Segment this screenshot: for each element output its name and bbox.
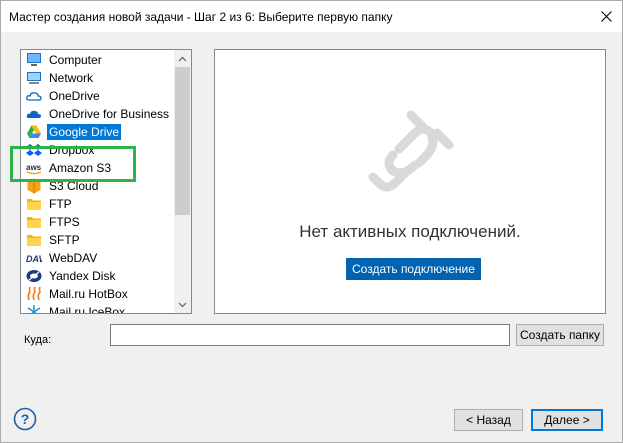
source-item-onedrive[interactable]: OneDrive xyxy=(21,87,175,105)
destination-label: Куда: xyxy=(24,334,52,346)
window-title: Мастер создания новой задачи - Шаг 2 из … xyxy=(9,10,393,24)
source-list-items: Computer Network OneDrive OneDrive for B… xyxy=(21,50,175,313)
help-button[interactable]: ? xyxy=(13,407,37,431)
help-icon: ? xyxy=(13,407,37,431)
scroll-down-button[interactable] xyxy=(174,296,191,313)
connections-panel: Нет активных подключений. Создать подклю… xyxy=(214,49,606,314)
source-item-label: FTPS xyxy=(49,215,80,229)
network-icon xyxy=(25,70,42,86)
svg-text:aws: aws xyxy=(26,163,42,172)
source-item-webdav[interactable]: DAV WebDAV xyxy=(21,249,175,267)
source-item-label: Mail.ru HotBox xyxy=(49,287,128,301)
svg-text:?: ? xyxy=(21,411,30,427)
no-connections-text: Нет активных подключений. xyxy=(299,222,521,241)
source-item-label: Computer xyxy=(49,53,102,67)
dropbox-icon xyxy=(25,142,42,158)
back-button[interactable]: < Назад xyxy=(454,409,523,431)
yandex-disk-icon xyxy=(25,268,42,284)
source-item-s3-cloud[interactable]: S3 Cloud xyxy=(21,177,175,195)
source-item-mailru-icebox[interactable]: Mail.ru IceBox xyxy=(21,303,175,313)
mailru-icebox-icon xyxy=(25,304,42,313)
title-bar: Мастер создания новой задачи - Шаг 2 из … xyxy=(1,1,622,32)
close-button[interactable] xyxy=(590,1,622,32)
svg-text:DAV: DAV xyxy=(26,254,42,264)
source-item-sftp[interactable]: SFTP xyxy=(21,231,175,249)
source-item-google-drive[interactable]: Google Drive xyxy=(21,123,175,141)
source-list: Computer Network OneDrive OneDrive for B… xyxy=(20,49,192,314)
mailru-hotbox-icon xyxy=(25,286,42,302)
chevron-down-icon xyxy=(178,302,187,307)
destination-input[interactable] xyxy=(110,324,510,346)
source-item-amazon-s3[interactable]: aws Amazon S3 xyxy=(21,159,175,177)
source-item-label: Dropbox xyxy=(49,143,95,157)
source-item-label: Mail.ru IceBox xyxy=(49,305,126,313)
source-item-label: S3 Cloud xyxy=(49,179,99,193)
scroll-up-button[interactable] xyxy=(174,50,191,67)
google-drive-icon xyxy=(25,124,42,140)
scroll-thumb[interactable] xyxy=(175,67,190,215)
ftp-folder-icon xyxy=(25,196,42,212)
source-list-scrollbar[interactable] xyxy=(174,50,191,313)
source-item-label: OneDrive xyxy=(49,89,100,103)
source-item-network[interactable]: Network xyxy=(21,69,175,87)
create-connection-button[interactable]: Создать подключение xyxy=(346,258,481,280)
onedrive-business-icon xyxy=(25,106,42,122)
wizard-window: Мастер создания новой задачи - Шаг 2 из … xyxy=(0,0,623,443)
ftps-folder-icon xyxy=(25,214,42,230)
onedrive-icon xyxy=(25,88,42,104)
aws-icon: aws xyxy=(25,160,42,176)
sftp-folder-icon xyxy=(25,232,42,248)
source-item-label: Yandex Disk xyxy=(49,269,116,283)
source-item-computer[interactable]: Computer xyxy=(21,51,175,69)
next-button[interactable]: Далее > xyxy=(531,409,603,431)
source-item-label: FTP xyxy=(49,197,72,211)
source-item-label: WebDAV xyxy=(49,251,98,265)
wizard-body: Computer Network OneDrive OneDrive for B… xyxy=(1,32,622,442)
chevron-up-icon xyxy=(178,56,187,61)
source-item-label: Amazon S3 xyxy=(49,161,112,175)
source-item-mailru-hotbox[interactable]: Mail.ru HotBox xyxy=(21,285,175,303)
computer-icon xyxy=(25,52,42,68)
source-item-label: OneDrive for Business xyxy=(49,107,170,121)
s3-cloud-icon xyxy=(25,178,42,194)
plug-icon xyxy=(368,110,454,192)
source-item-ftp[interactable]: FTP xyxy=(21,195,175,213)
source-item-yandex-disk[interactable]: Yandex Disk xyxy=(21,267,175,285)
source-item-label: SFTP xyxy=(49,233,80,247)
source-item-ftps[interactable]: FTPS xyxy=(21,213,175,231)
source-item-dropbox[interactable]: Dropbox xyxy=(21,141,175,159)
source-item-onedrive-business[interactable]: OneDrive for Business xyxy=(21,105,175,123)
close-icon xyxy=(600,11,612,22)
create-folder-button[interactable]: Создать папку xyxy=(516,324,604,346)
source-item-label: Google Drive xyxy=(47,124,122,140)
source-item-label: Network xyxy=(49,71,94,85)
webdav-icon: DAV xyxy=(25,250,42,266)
